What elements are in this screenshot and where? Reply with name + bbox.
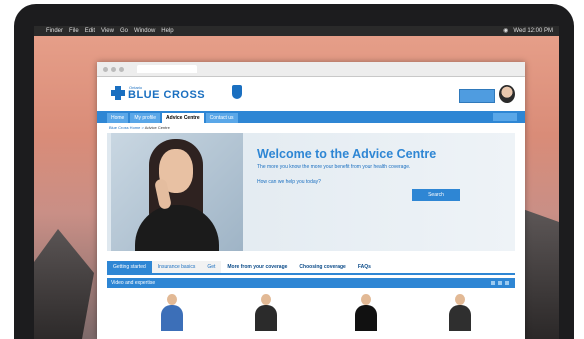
- expert-head: [261, 294, 271, 305]
- nav-contact[interactable]: Contact us: [205, 113, 238, 123]
- expert-head: [167, 294, 177, 305]
- browser-tab[interactable]: [137, 65, 197, 73]
- expert-body: [449, 305, 471, 331]
- nav-advice-centre[interactable]: Advice Centre: [162, 113, 204, 123]
- hero-title: Welcome to the Advice Centre: [257, 147, 437, 161]
- browser-titlebar: [97, 62, 525, 77]
- nav-my-profile[interactable]: My profile: [130, 113, 161, 123]
- tab-get[interactable]: Get: [201, 261, 222, 273]
- laptop-screen: Finder File Edit View Go Window Help ◉ W…: [34, 26, 559, 339]
- expert-head: [455, 294, 465, 305]
- rock-left: [34, 229, 94, 339]
- menu-item-edit[interactable]: Edit: [85, 26, 95, 36]
- laptop-bezel: Finder File Edit View Go Window Help ◉ W…: [14, 4, 574, 339]
- breadcrumb-home-link[interactable]: Blue Cross Home: [109, 125, 140, 130]
- breadcrumb-current: Advice Centre: [144, 125, 170, 130]
- nav-right-button[interactable]: [493, 113, 517, 121]
- menu-item-file[interactable]: File: [69, 26, 79, 36]
- expert-2[interactable]: [253, 294, 279, 332]
- logo-wordmark[interactable]: BLUE CROSS: [128, 89, 205, 101]
- cross-logo-icon[interactable]: [111, 86, 125, 100]
- close-icon[interactable]: [103, 66, 108, 72]
- content-tabs: Getting started Insurance basics Get Mor…: [107, 259, 515, 275]
- video-panel-header: Video and expertise: [107, 278, 515, 288]
- shield-icon: [232, 85, 242, 99]
- hero-question: How can we help you today?: [257, 179, 321, 185]
- expand-icon[interactable]: [505, 281, 509, 285]
- experts-row: [107, 288, 515, 331]
- zoom-icon[interactable]: [119, 66, 124, 72]
- main-nav: Home My profile Advice Centre Contact us: [97, 111, 525, 123]
- minimize-icon[interactable]: [111, 66, 116, 72]
- menu-item-window[interactable]: Window: [134, 26, 155, 36]
- expert-body: [355, 305, 377, 331]
- expert-body: [161, 305, 183, 331]
- expert-3[interactable]: [353, 294, 379, 332]
- prev-icon[interactable]: [491, 281, 495, 285]
- tab-getting-started[interactable]: Getting started: [107, 261, 152, 273]
- menu-item-help[interactable]: Help: [161, 26, 173, 36]
- tab-more-coverage[interactable]: More from your coverage: [221, 261, 294, 273]
- tab-choosing-coverage[interactable]: Choosing coverage: [293, 261, 352, 273]
- hero-photo: [111, 133, 243, 251]
- expert-body: [255, 305, 277, 331]
- menu-item-view[interactable]: View: [101, 26, 114, 36]
- menu-item-finder[interactable]: Finder: [46, 26, 63, 36]
- tab-faqs[interactable]: FAQs: [351, 261, 377, 273]
- woman-body: [135, 205, 219, 251]
- clock[interactable]: Wed 12:00 PM: [513, 26, 553, 36]
- nav-home[interactable]: Home: [107, 113, 129, 123]
- photo-stage: Finder File Edit View Go Window Help ◉ W…: [0, 0, 584, 339]
- login-button[interactable]: [459, 89, 495, 103]
- expert-1[interactable]: [159, 294, 185, 332]
- breadcrumb: Blue Cross Home > Advice Centre: [97, 123, 525, 133]
- wifi-icon[interactable]: ◉: [503, 26, 508, 36]
- site-header: Ontario BLUE CROSS: [97, 77, 525, 111]
- hero-subtext: The more you know the more your benefit …: [257, 164, 411, 170]
- tab-insurance-basics[interactable]: Insurance basics: [151, 261, 202, 273]
- menu-item-go[interactable]: Go: [120, 26, 128, 36]
- browser-window: Ontario BLUE CROSS Home My profile Advic…: [97, 62, 525, 339]
- panel-title: Video and expertise: [111, 280, 156, 286]
- mac-menubar: Finder File Edit View Go Window Help ◉ W…: [34, 26, 559, 36]
- avatar[interactable]: [499, 85, 515, 103]
- expert-head: [361, 294, 371, 305]
- search-button[interactable]: Search: [412, 189, 460, 201]
- hero-banner: Welcome to the Advice Centre The more yo…: [107, 133, 515, 251]
- expert-4[interactable]: [447, 294, 473, 332]
- next-icon[interactable]: [498, 281, 502, 285]
